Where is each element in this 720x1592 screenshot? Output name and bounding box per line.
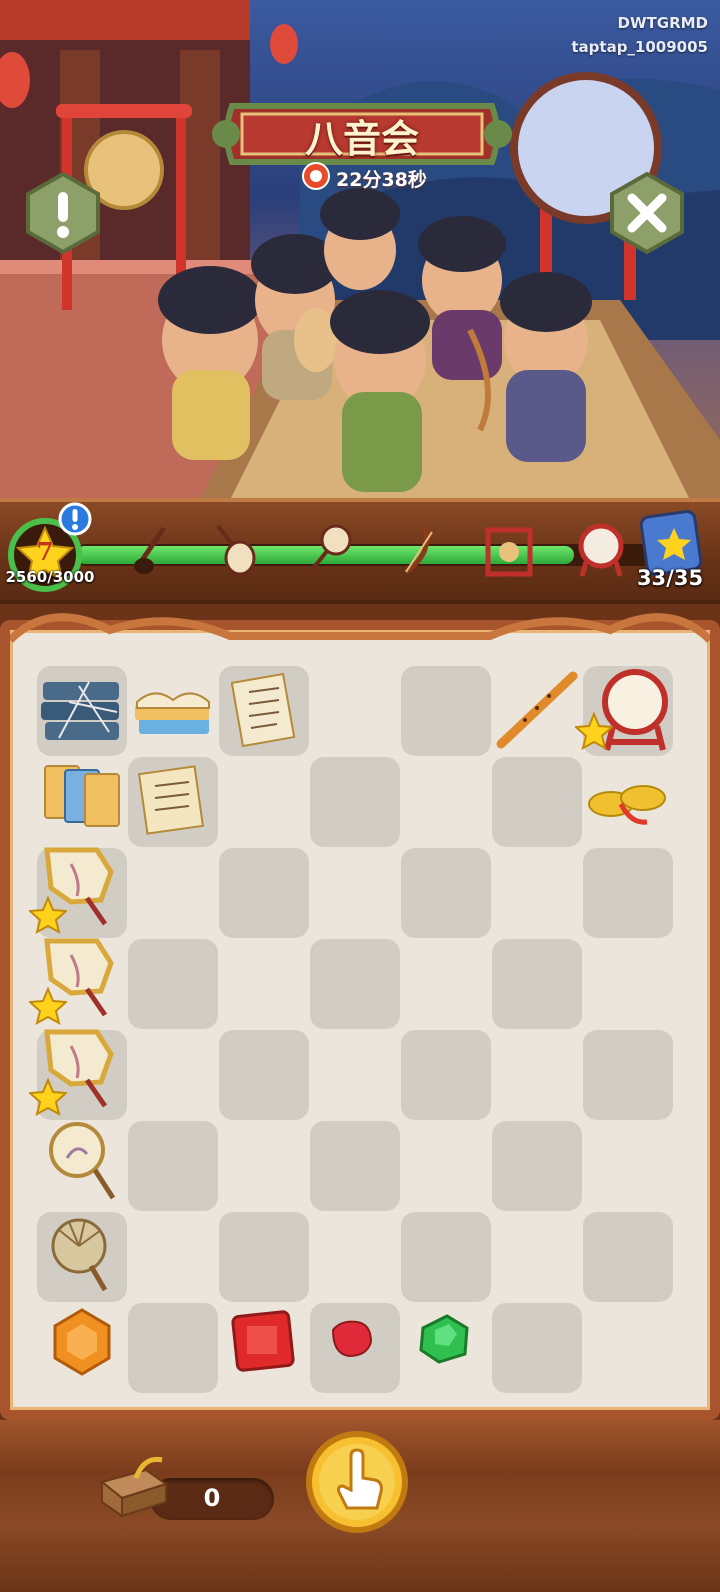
drum-icon: [578, 523, 624, 577]
board-cell[interactable]: [219, 848, 309, 938]
gong-icon: [485, 527, 533, 577]
board-cell[interactable]: [583, 1030, 673, 1120]
board-cell[interactable]: [310, 757, 400, 847]
board-cell[interactable]: [219, 1212, 309, 1302]
scripture-books-icon[interactable]: [39, 760, 125, 832]
board-cell[interactable]: [492, 757, 582, 847]
tap-button[interactable]: [305, 1430, 409, 1534]
board-cell[interactable]: [310, 1121, 400, 1211]
open-book-stack-icon[interactable]: [129, 674, 215, 744]
clock-icon: [302, 162, 330, 190]
info-button[interactable]: [20, 170, 106, 256]
board-cell[interactable]: [401, 1030, 491, 1120]
phonograph-chest-icon: [99, 1456, 169, 1518]
event-scene: DWTGRMD taptap_1009005 八音会 22分38秒: [0, 0, 720, 498]
amber-gem-icon[interactable]: [47, 1306, 117, 1380]
red-pebble-icon[interactable]: [327, 1316, 377, 1364]
board-cell[interactable]: [492, 939, 582, 1029]
board-cell[interactable]: [128, 939, 218, 1029]
watermark-line2: taptap_1009005: [571, 38, 708, 56]
event-title: 八音会: [304, 116, 419, 161]
ruby-gem-icon[interactable]: [227, 1308, 297, 1372]
board-cell[interactable]: [310, 939, 400, 1029]
star-icon: [575, 712, 613, 750]
event-timer: 22分38秒: [302, 162, 442, 192]
board-cell[interactable]: [401, 848, 491, 938]
star-icon: [29, 1078, 67, 1116]
alert-icon: [58, 502, 92, 536]
emerald-gem-icon[interactable]: [413, 1310, 475, 1368]
palm-fan-icon[interactable]: [45, 1212, 121, 1296]
close-icon: [610, 171, 684, 255]
scroll-icon[interactable]: [133, 760, 211, 840]
board-cell[interactable]: [492, 1303, 582, 1393]
frame-ornament: [10, 613, 710, 643]
hand-pointer-icon: [306, 1431, 408, 1533]
timer-text: 22分38秒: [336, 169, 427, 191]
board-cell[interactable]: [583, 1212, 673, 1302]
event-progress-bar: 7 2560/3000 33/35: [0, 498, 720, 604]
watermark-line1: DWTGRMD: [617, 14, 708, 32]
ruan-icon: [308, 524, 352, 574]
info-icon: [26, 171, 100, 255]
flute-icon[interactable]: [495, 670, 579, 750]
board-cell[interactable]: [583, 848, 673, 938]
board-cell[interactable]: [401, 1212, 491, 1302]
cymbals-icon[interactable]: [587, 764, 667, 834]
round-fan-icon[interactable]: [43, 1118, 123, 1204]
sheet-music-icon[interactable]: [231, 670, 297, 748]
merge-board-grid: [29, 664, 683, 1393]
erhu-icon: [131, 526, 167, 574]
board-cell[interactable]: [219, 1030, 309, 1120]
star-icon: [29, 896, 67, 934]
board-cell[interactable]: [401, 666, 491, 756]
board-cell[interactable]: [128, 1121, 218, 1211]
pipa-icon: [216, 524, 256, 576]
collection-count: 33/35: [636, 566, 704, 590]
event-title-plaque: 八音会 22分38秒: [212, 86, 512, 191]
level-number: 7: [36, 537, 54, 566]
star-icon: [29, 987, 67, 1025]
phonograph-chest-button[interactable]: [96, 1452, 172, 1518]
harp-icon: [404, 525, 433, 575]
board-cell[interactable]: [128, 1303, 218, 1393]
close-button[interactable]: [604, 170, 690, 256]
board-cell[interactable]: [492, 1121, 582, 1211]
xp-text: 2560/3000: [5, 568, 95, 586]
dusty-books-icon[interactable]: [39, 672, 125, 748]
